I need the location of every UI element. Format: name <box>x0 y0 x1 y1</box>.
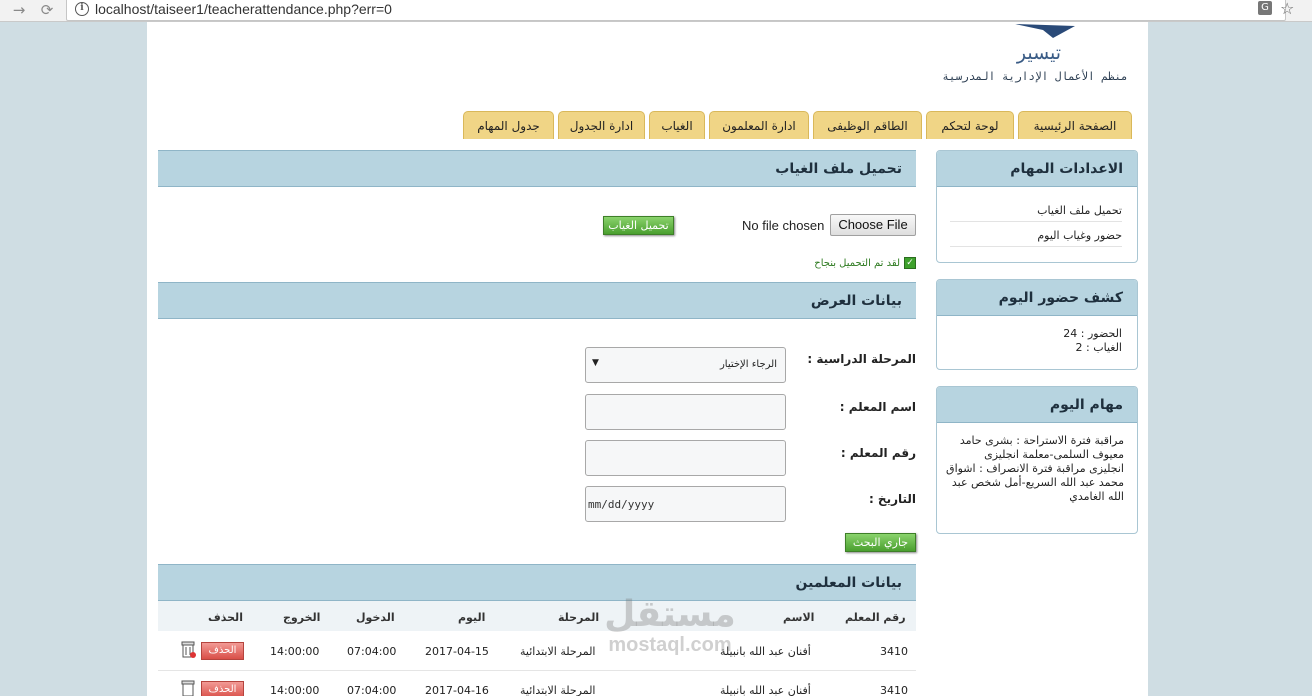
no-file-chosen-text: No file chosen <box>742 218 825 233</box>
tasks-text: مراقبة فترة الاستراحة : بشرى حامد معيوف … <box>946 434 1124 503</box>
divider <box>950 246 1122 247</box>
col-header-in: الدخول <box>356 611 395 624</box>
col-header-delete: الحذف <box>208 611 243 624</box>
teacher-name-label: اسم المعلم : <box>839 400 916 414</box>
cell-out: 14:00:00 <box>270 645 320 658</box>
tab-schedule[interactable]: ادارة الجدول <box>558 111 645 139</box>
display-data-title: بيانات العرض <box>158 282 916 319</box>
present-count: الحضور : 24 <box>1063 327 1122 340</box>
reload-icon[interactable]: ⟳ <box>36 0 58 20</box>
cell-id: 3410 <box>880 645 908 658</box>
cell-name: أفنان عبد الله بانبيلة <box>720 684 811 696</box>
tab-tasks[interactable]: جدول المهام <box>463 111 554 139</box>
chevron-down-icon: ▼ <box>592 358 599 368</box>
translate-icon[interactable]: G <box>1258 1 1272 15</box>
cell-stage: المرحلة الابتدائية <box>520 684 596 696</box>
tab-staff[interactable]: الطاقم الوظيفى <box>813 111 922 139</box>
upload-success-message: ✓ لقد تم التحميل بنجاح <box>770 257 916 271</box>
teacher-name-input[interactable] <box>585 394 786 430</box>
stage-label: المرحلة الدراسية : <box>807 352 916 366</box>
logo-title: تيسير <box>1016 42 1062 64</box>
col-header-id: رقم المعلم <box>845 611 906 624</box>
col-header-name: الاسم <box>783 611 815 624</box>
tab-home[interactable]: الصفحة الرئيسية <box>1018 111 1132 139</box>
upload-section-title: تحميل ملف الغياب <box>158 150 916 187</box>
cell-out: 14:00:00 <box>270 684 320 696</box>
cell-in: 07:04:00 <box>347 684 397 696</box>
info-icon[interactable]: i <box>75 2 89 16</box>
date-label: التاريخ : <box>868 492 916 506</box>
col-header-day: اليوم <box>458 611 486 624</box>
watermark-latin: mostaql.com <box>608 634 732 656</box>
logo-bird-icon <box>1015 24 1075 38</box>
absent-count: الغياب : 2 <box>1075 341 1122 354</box>
trash-icon[interactable] <box>180 679 196 696</box>
bookmark-star-icon[interactable]: ☆ <box>1280 0 1294 18</box>
stage-select[interactable]: الرجاء الإختيار ▼ <box>585 347 786 383</box>
success-text: لقد تم التحميل بنجاح <box>814 258 900 269</box>
cell-stage: المرحلة الابتدائية <box>520 645 596 658</box>
tab-teachers[interactable]: ادارة المعلمون <box>709 111 809 139</box>
url-text: localhost/taiseer1/teacherattendance.php… <box>95 1 392 17</box>
date-placeholder: mm/dd/yyyy <box>588 498 655 511</box>
attendance-box: كشف حضور اليوم <box>936 279 1138 370</box>
upload-absence-button[interactable]: تحميل الغياب <box>603 216 674 235</box>
address-bar[interactable]: i localhost/taiseer1/teacherattendance.p… <box>66 0 1286 21</box>
teachers-data-title: بيانات المعلمين <box>158 564 916 601</box>
check-icon: ✓ <box>904 257 916 269</box>
delete-button[interactable]: الحذف <box>201 681 244 696</box>
stage-select-value: الرجاء الإختيار <box>719 359 777 370</box>
col-header-stage: المرحلة <box>558 611 600 624</box>
date-input[interactable]: mm/dd/yyyy <box>585 486 786 522</box>
sidebar-link-today-attendance[interactable]: حضور وغياب اليوم <box>950 229 1122 242</box>
browser-toolbar: → ⟳ i localhost/taiseer1/teacherattendan… <box>0 0 1312 22</box>
tab-absence[interactable]: الغياب <box>649 111 705 139</box>
cell-in: 07:04:00 <box>347 645 397 658</box>
col-header-out: الخروج <box>283 611 321 624</box>
cell-day: 2017-04-16 <box>425 684 489 696</box>
delete-button[interactable]: الحذف <box>201 642 244 660</box>
logo-subtitle: منظم الأعمال الإدارية المدرسية <box>942 70 1128 83</box>
cell-day: 2017-04-15 <box>425 645 489 658</box>
cell-id: 3410 <box>880 684 908 696</box>
attendance-box-title: كشف حضور اليوم <box>937 280 1137 316</box>
trash-icon[interactable] <box>180 640 196 658</box>
sidebar-link-upload-absence[interactable]: تحميل ملف الغياب <box>950 204 1122 217</box>
teacher-id-input[interactable] <box>585 440 786 476</box>
teacher-id-label: رقم المعلم : <box>840 446 916 460</box>
tab-dashboard[interactable]: لوحة لتحكم <box>926 111 1014 139</box>
tasks-box-title: مهام اليوم <box>937 387 1137 423</box>
watermark: مستقل mostaql.com <box>600 594 740 656</box>
watermark-arabic: مستقل <box>604 594 736 635</box>
settings-box-title: الاعدادات المهام <box>937 151 1137 187</box>
search-button[interactable]: جاري البحث <box>845 533 916 552</box>
choose-file-button[interactable]: Choose File <box>830 214 916 236</box>
forward-icon[interactable]: → <box>8 0 30 20</box>
divider <box>950 221 1122 222</box>
